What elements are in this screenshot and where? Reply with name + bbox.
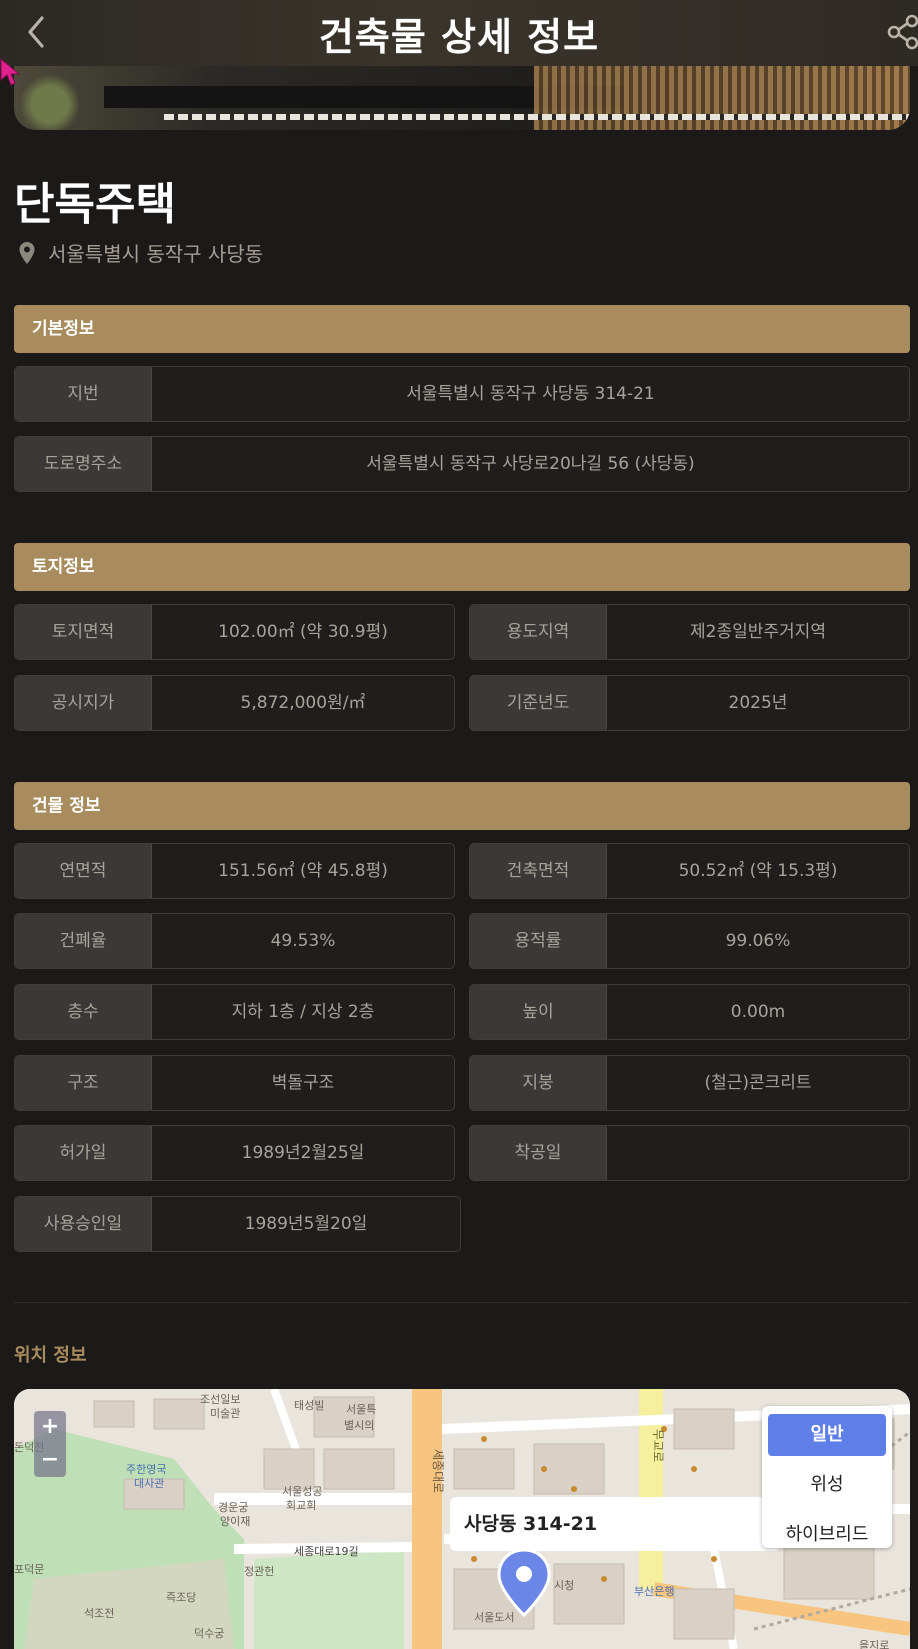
svg-text:부산은행: 부산은행 xyxy=(634,1585,674,1598)
svg-text:서울성공: 서울성공 xyxy=(282,1485,322,1498)
marker-label: 사당동 314-21 xyxy=(450,1497,780,1551)
row-floors: 층수 지하 1층 / 지상 2층 xyxy=(14,984,455,1040)
svg-text:덕수궁: 덕수궁 xyxy=(194,1627,224,1640)
row-zone: 용도지역 제2종일반주거지역 xyxy=(469,604,910,660)
svg-text:석조전: 석조전 xyxy=(84,1607,114,1620)
row-label: 지번 xyxy=(15,367,152,421)
row-label: 토지면적 xyxy=(15,605,152,659)
svg-text:회교회: 회교회 xyxy=(286,1499,316,1512)
row-height: 높이 0.00m xyxy=(469,984,910,1040)
row-label: 도로명주소 xyxy=(15,437,152,491)
zoom-in-button[interactable]: + xyxy=(34,1411,66,1444)
row-label: 용적률 xyxy=(470,914,607,968)
row-jibun: 지번 서울특별시 동작구 사당동 314-21 xyxy=(14,366,910,422)
svg-text:무교로: 무교로 xyxy=(651,1429,665,1462)
svg-text:대사관: 대사관 xyxy=(134,1477,164,1490)
address-text: 서울특별시 동작구 사당동 xyxy=(48,242,264,266)
row-value: 벽돌구조 xyxy=(271,1073,335,1093)
row-label: 구조 xyxy=(15,1056,152,1110)
row-value: 5,872,000원/㎡ xyxy=(240,693,366,713)
building-name: 단독주택 xyxy=(14,179,176,230)
row-permit-date: 허가일 1989년2월25일 xyxy=(14,1125,455,1181)
map-type-selector: 일반 위성 하이브리드 xyxy=(762,1406,892,1548)
divider xyxy=(14,1302,910,1303)
top-bar: 건축물 상세 정보 xyxy=(0,0,918,66)
section-building-info: 건물 정보 xyxy=(14,782,910,830)
svg-text:세종대로19길: 세종대로19길 xyxy=(294,1545,359,1558)
map-type-satellite-button[interactable]: 위성 xyxy=(768,1464,886,1506)
row-floor-area-ratio: 용적률 99.06% xyxy=(469,913,910,969)
row-start-date: 착공일 xyxy=(469,1125,910,1181)
row-land-area: 토지면적 102.00㎡ (약 30.9평) xyxy=(14,604,455,660)
map-type-normal-button[interactable]: 일반 xyxy=(768,1414,886,1456)
row-structure: 구조 벽돌구조 xyxy=(14,1055,455,1111)
row-label: 건축면적 xyxy=(470,844,607,898)
row-label: 허가일 xyxy=(15,1126,152,1180)
share-icon[interactable] xyxy=(886,12,918,52)
svg-text:태성빌: 태성빌 xyxy=(294,1399,324,1412)
row-value: 제2종일반주거지역 xyxy=(690,622,826,642)
row-label: 사용승인일 xyxy=(15,1197,152,1251)
location-pin-icon xyxy=(19,241,35,264)
row-base-year: 기준년도 2025년 xyxy=(469,675,910,731)
svg-text:시청: 시청 xyxy=(554,1579,574,1592)
row-coverage-ratio: 건폐율 49.53% xyxy=(14,913,455,969)
row-label: 공시지가 xyxy=(15,676,152,730)
row-building-area: 건축면적 50.52㎡ (약 15.3평) xyxy=(469,843,910,899)
section-basic-info: 기본정보 xyxy=(14,305,910,353)
row-value: 2025년 xyxy=(728,693,788,713)
svg-text:미술관: 미술관 xyxy=(210,1407,240,1420)
building-address: 서울특별시 동작구 사당동 xyxy=(18,238,263,267)
row-value: 지하 1층 / 지상 2층 xyxy=(231,1002,375,1022)
row-total-floor-area: 연면적 151.56㎡ (약 45.8평) xyxy=(14,843,455,899)
row-value xyxy=(607,1126,909,1180)
svg-text:서울특: 서울특 xyxy=(346,1403,376,1416)
row-roof: 지붕 (철근)콘크리트 xyxy=(469,1055,910,1111)
row-label: 높이 xyxy=(470,985,607,1039)
row-value: 1989년5월20일 xyxy=(244,1214,368,1234)
row-value: (철근)콘크리트 xyxy=(704,1073,812,1093)
zoom-out-button[interactable]: − xyxy=(34,1444,66,1477)
svg-text:별시의: 별시의 xyxy=(344,1419,374,1432)
row-value: 0.00m xyxy=(730,1002,786,1022)
row-value: 102.00㎡ (약 30.9평) xyxy=(218,622,388,642)
location-title: 위치 정보 xyxy=(14,1345,87,1366)
row-label: 용도지역 xyxy=(470,605,607,659)
svg-text:포덕문: 포덕문 xyxy=(14,1563,44,1576)
row-value: 151.56㎡ (약 45.8평) xyxy=(218,861,388,881)
svg-text:세종대로: 세종대로 xyxy=(431,1449,445,1493)
row-label: 지붕 xyxy=(470,1056,607,1110)
svg-text:즉조당: 즉조당 xyxy=(166,1591,196,1604)
section-land-info: 토지정보 xyxy=(14,543,910,591)
row-value: 서울특별시 동작구 사당로20나길 56 (사당동) xyxy=(366,454,695,474)
map-marker-icon[interactable] xyxy=(496,1547,552,1619)
row-label: 착공일 xyxy=(470,1126,607,1180)
map-type-hybrid-button[interactable]: 하이브리드 xyxy=(768,1514,886,1556)
row-value: 99.06% xyxy=(725,931,791,951)
row-road-address: 도로명주소 서울특별시 동작구 사당로20나길 56 (사당동) xyxy=(14,436,910,492)
svg-text:주한영국: 주한영국 xyxy=(126,1463,166,1476)
building-photo xyxy=(14,66,910,130)
zoom-control: + − xyxy=(34,1411,66,1477)
row-land-price: 공시지가 5,872,000원/㎡ xyxy=(14,675,455,731)
map-view[interactable]: 조선일보 미술관 태성빌 서울특별시의 주한영국 대사관 서울성공 회교회 경운궁 양이재… xyxy=(14,1389,910,1649)
svg-text:양이재: 양이재 xyxy=(220,1515,250,1528)
row-label: 층수 xyxy=(15,985,152,1039)
svg-text:경운궁: 경운궁 xyxy=(218,1501,248,1514)
row-value: 1989년2월25일 xyxy=(241,1143,365,1163)
svg-text:을지로: 을지로 xyxy=(859,1639,889,1649)
page-title: 건축물 상세 정보 xyxy=(318,14,600,59)
svg-text:정관헌: 정관헌 xyxy=(244,1565,274,1578)
row-value: 50.52㎡ (약 15.3평) xyxy=(678,861,838,881)
row-value: 49.53% xyxy=(270,931,336,951)
row-label: 기준년도 xyxy=(470,676,607,730)
row-value: 서울특별시 동작구 사당동 314-21 xyxy=(406,384,655,404)
row-label: 연면적 xyxy=(15,844,152,898)
svg-text:조선일보: 조선일보 xyxy=(200,1392,240,1406)
row-approval-date: 사용승인일 1989년5월20일 xyxy=(14,1196,461,1252)
mouse-cursor-icon xyxy=(0,58,21,86)
row-label: 건폐율 xyxy=(15,914,152,968)
